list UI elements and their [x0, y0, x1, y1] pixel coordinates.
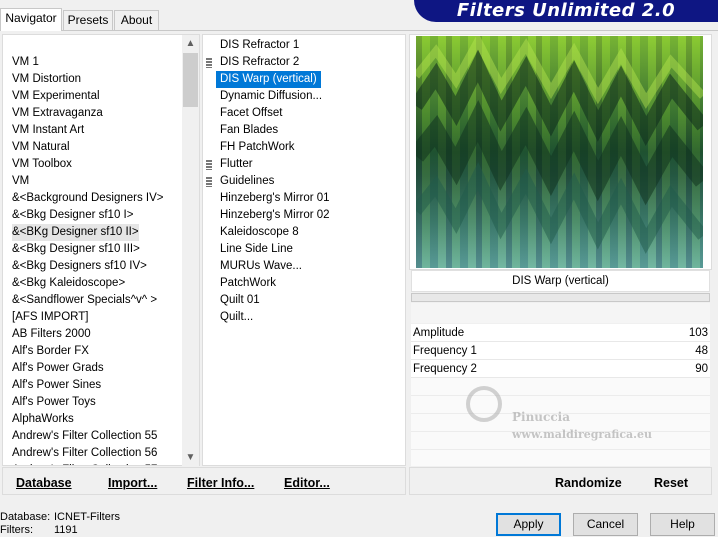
category-item[interactable]: Andrew's Filter Collection 56 — [12, 445, 157, 462]
filter-item[interactable]: DIS Refractor 1 — [216, 37, 303, 54]
category-item[interactable]: [AFS IMPORT] — [12, 309, 88, 326]
editor-link[interactable]: Editor... — [284, 476, 330, 490]
category-item[interactable]: &<BKg Designer sf10 II> — [12, 224, 139, 241]
database-link[interactable]: Database — [16, 476, 72, 490]
app-title-banner: Filters Unlimited 2.0 — [414, 0, 718, 22]
filters-status-label: Filters: — [0, 524, 33, 536]
category-item[interactable]: &<Bkg Designers sf10 IV> — [12, 258, 147, 275]
filter-item[interactable]: Hinzeberg's Mirror 01 — [216, 190, 334, 207]
watermark-url: www.maldiregrafica.eu — [512, 428, 653, 441]
filter-info-link[interactable]: Filter Info... — [187, 476, 254, 490]
category-item[interactable]: Alf's Power Grads — [12, 360, 104, 377]
param-value[interactable]: 48 — [695, 342, 708, 360]
category-item[interactable]: VM 1 — [12, 54, 39, 71]
filter-item[interactable]: Dynamic Diffusion... — [216, 88, 326, 105]
database-status-label: Database: — [0, 511, 51, 523]
category-item[interactable]: Andrew's Filter Collection 57 — [12, 462, 157, 465]
category-item[interactable]: Alf's Power Sines — [12, 377, 101, 394]
scroll-down-icon[interactable]: ▼ — [182, 449, 199, 466]
category-item[interactable]: Andrew's Filter Collection 55 — [12, 428, 157, 445]
tab-about[interactable]: About — [114, 10, 159, 30]
filter-item[interactable]: MURUs Wave... — [216, 258, 306, 275]
param-frequency-1[interactable]: Frequency 1 48 — [411, 342, 710, 360]
category-item[interactable]: &<Sandflower Specials^v^ > — [12, 292, 157, 309]
help-button[interactable]: Help — [650, 513, 715, 536]
param-value[interactable]: 103 — [689, 324, 708, 342]
category-item[interactable]: VM Toolbox — [12, 156, 72, 173]
param-frequency-2[interactable]: Frequency 2 90 — [411, 360, 710, 378]
filter-item[interactable]: Guidelines — [216, 173, 278, 190]
category-item[interactable]: &<Bkg Kaleidoscope> — [12, 275, 125, 292]
group-grip-icon — [206, 177, 212, 187]
scroll-thumb[interactable] — [183, 53, 198, 107]
watermark-name: Pinuccia — [512, 410, 570, 424]
category-item[interactable]: &<Background Designers IV> — [12, 190, 164, 207]
reset-button[interactable]: Reset — [654, 476, 688, 490]
filter-list[interactable]: DIS Refractor 1 DIS Refractor 2 DIS Warp (… — [202, 34, 406, 466]
param-spacer — [411, 303, 710, 323]
apply-button[interactable]: Apply — [496, 513, 561, 536]
param-label: Frequency 1 — [413, 345, 477, 357]
preview-caption: DIS Warp (vertical) — [411, 270, 710, 292]
category-item[interactable]: &<Bkg Designer sf10 III> — [12, 241, 140, 258]
category-item[interactable]: VM Distortion — [12, 71, 81, 88]
category-item[interactable]: VM Extravaganza — [12, 105, 103, 122]
param-value[interactable]: 90 — [695, 360, 708, 378]
param-label: Frequency 2 — [413, 363, 477, 375]
category-item[interactable]: &<Bkg Designer sf10 I> — [12, 207, 133, 224]
filter-item[interactable]: Kaleidoscope 8 — [216, 224, 303, 241]
param-label: Amplitude — [413, 327, 465, 339]
filter-item[interactable]: PatchWork — [216, 275, 280, 292]
watermark-logo-icon — [466, 386, 502, 422]
category-item[interactable]: VM — [12, 173, 29, 190]
scroll-up-icon[interactable]: ▲ — [182, 35, 199, 52]
group-grip-icon — [206, 160, 212, 170]
category-item[interactable]: AlphaWorks — [12, 411, 74, 428]
group-grip-icon — [206, 58, 212, 68]
tab-navigator[interactable]: Navigator — [0, 8, 62, 31]
cancel-button[interactable]: Cancel — [573, 513, 638, 536]
filter-item[interactable]: Facet Offset — [216, 105, 286, 122]
filters-status-value: 1191 — [54, 524, 78, 536]
filter-item[interactable]: Quilt... — [216, 309, 257, 326]
tab-divider — [0, 30, 718, 31]
progress-bar — [411, 293, 710, 302]
category-item[interactable]: Alf's Power Toys — [12, 394, 96, 411]
randomize-button[interactable]: Randomize — [555, 476, 622, 490]
category-item[interactable]: VM Natural — [12, 139, 70, 156]
category-item[interactable]: VM Instant Art — [12, 122, 84, 139]
filter-item[interactable]: DIS Warp (vertical) — [216, 71, 321, 88]
category-item[interactable]: AB Filters 2000 — [12, 326, 91, 343]
filter-item[interactable]: Line Side Line — [216, 241, 297, 258]
filter-item[interactable]: Flutter — [216, 156, 257, 173]
import-link[interactable]: Import... — [108, 476, 157, 490]
database-status-value: ICNET-Filters — [54, 511, 120, 523]
filter-item[interactable]: DIS Refractor 2 — [216, 54, 303, 71]
category-item[interactable]: VM Experimental — [12, 88, 100, 105]
filter-item[interactable]: FH PatchWork — [216, 139, 299, 156]
preview-image — [416, 36, 703, 268]
category-list[interactable]: VM 1 VM Distortion VM Experimental VM Extra… — [2, 34, 200, 466]
category-item[interactable]: Alf's Border FX — [12, 343, 89, 360]
tab-presets[interactable]: Presets — [63, 10, 113, 30]
filter-item[interactable]: Quilt 01 — [216, 292, 264, 309]
category-scrollbar[interactable]: ▲ ▼ — [182, 35, 199, 466]
param-amplitude[interactable]: Amplitude 103 — [411, 324, 710, 342]
filter-item[interactable]: Hinzeberg's Mirror 02 — [216, 207, 334, 224]
filter-item[interactable]: Fan Blades — [216, 122, 282, 139]
